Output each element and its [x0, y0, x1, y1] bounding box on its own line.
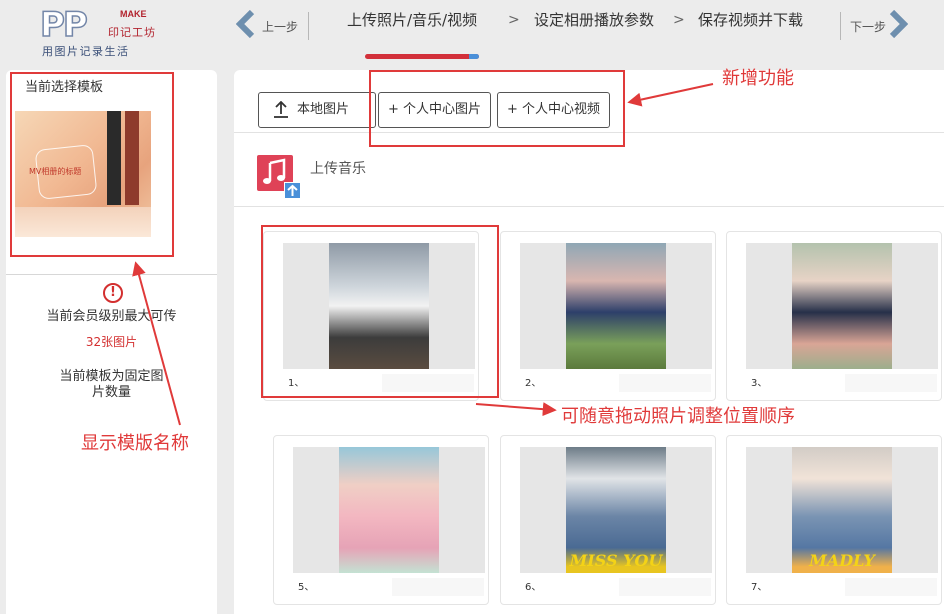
upload-music-label[interactable]: 上传音乐 [310, 160, 366, 178]
prev-step-button[interactable]: 上一步 [236, 4, 316, 46]
photo-frame [293, 447, 485, 573]
logo-tagline: 用图片记录生活 [42, 45, 130, 58]
photo-frame [746, 243, 938, 369]
step-separator: > [673, 12, 685, 28]
photo-index: 6、 [525, 582, 542, 593]
chevron-right-icon [889, 10, 908, 38]
fixed-count-text-2: 片数量 [91, 385, 131, 400]
photo-image [566, 243, 666, 369]
annotation-new-feature: 新增功能 [722, 68, 794, 89]
logo-make: MAKE [120, 9, 147, 19]
divider [840, 12, 841, 40]
photo-card-2[interactable]: 2、 [500, 231, 716, 401]
photo-image: MADLY [792, 447, 892, 573]
step-separator: > [508, 12, 520, 28]
next-step-label: 下一步 [850, 20, 887, 34]
step-upload[interactable]: 上传照片/音乐/视频 [347, 10, 477, 30]
annotation-box-template [10, 72, 174, 257]
photo-index: 7、 [751, 582, 768, 593]
fixed-count-text: 当前模板为固定图 [59, 369, 164, 384]
upload-local-label: 本地图片 [297, 102, 350, 117]
active-step-indicator [365, 54, 479, 59]
upload-arrow-icon [284, 182, 301, 199]
music-divider [234, 206, 944, 207]
photo-frame: MADLY [746, 447, 938, 573]
logo-letters: PP [39, 5, 88, 45]
warning-icon: ! [103, 283, 123, 303]
annotation-box-drag [261, 225, 499, 398]
photo-image [792, 243, 892, 369]
sidebar-divider [6, 274, 217, 275]
photo-overlay-text: MISS YOU [569, 551, 663, 570]
photo-caption-field[interactable] [845, 578, 937, 596]
annotation-template-name: 显示模版名称 [81, 433, 189, 454]
photo-card-3[interactable]: 3、 [726, 231, 942, 401]
photo-index: 5、 [298, 582, 315, 593]
photo-index: 2、 [525, 378, 542, 389]
photo-image [339, 447, 439, 573]
photo-caption-field[interactable] [392, 578, 484, 596]
photo-frame: MISS YOU [520, 447, 712, 573]
limit-value: 32张图片 [85, 335, 138, 349]
photo-index: 3、 [751, 378, 768, 389]
logo: PP MAKE 印记工坊 用图片记录生活 [39, 5, 160, 60]
step-download[interactable]: 保存视频并下载 [698, 10, 803, 30]
top-bar: PP MAKE 印记工坊 用图片记录生活 上一步 上传照片/音乐/视频 > 设定… [0, 0, 944, 68]
photo-card-6[interactable]: MISS YOU 6、 [500, 435, 716, 605]
chevron-left-icon [236, 10, 255, 38]
annotation-box-new-feature [369, 70, 625, 147]
upload-local-images-button[interactable]: 本地图片 [258, 92, 376, 128]
photo-card-7[interactable]: MADLY 7、 [726, 435, 942, 605]
photo-caption-field[interactable] [619, 374, 711, 392]
upload-music-icon[interactable] [257, 155, 301, 199]
annotation-drag-hint: 可随意拖动照片调整位置顺序 [561, 406, 795, 427]
prev-step-label: 上一步 [262, 20, 299, 34]
next-step-button[interactable]: 下一步 [846, 4, 926, 46]
limit-text: 当前会员级别最大可传 [46, 309, 177, 324]
step-settings[interactable]: 设定相册播放参数 [534, 10, 654, 30]
photo-frame [520, 243, 712, 369]
photo-image: MISS YOU [566, 447, 666, 573]
upload-icon [274, 101, 288, 118]
photo-overlay-text: MADLY [809, 551, 875, 570]
photo-caption-field[interactable] [619, 578, 711, 596]
photo-card-5[interactable]: 5、 [273, 435, 489, 605]
divider [308, 12, 309, 40]
photo-caption-field[interactable] [845, 374, 937, 392]
logo-brand: 印记工坊 [108, 26, 156, 39]
